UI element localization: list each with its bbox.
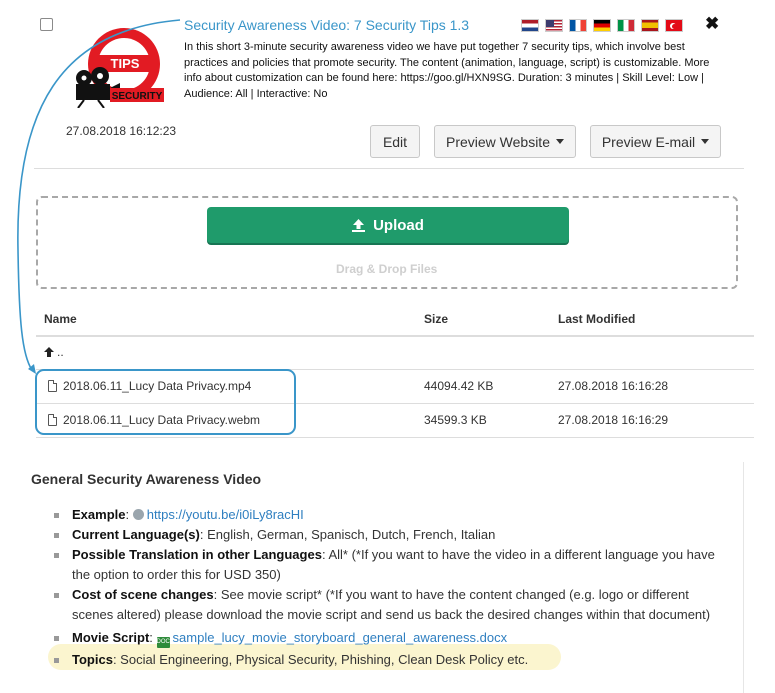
list-item: Example: https://youtu.be/i0iLy8racHI [52, 505, 717, 525]
docx-file-icon: DOC [156, 637, 170, 648]
video-title[interactable]: Security Awareness Video: 7 Security Tip… [184, 17, 469, 33]
upload-button[interactable]: Upload [207, 207, 569, 243]
close-icon[interactable]: ✖ [705, 14, 719, 34]
translation-label: Possible Translation in other Languages [72, 547, 322, 562]
preview-website-label: Preview Website [445, 133, 550, 150]
edit-button-label: Edit [382, 133, 408, 150]
content-divider [743, 462, 744, 693]
topics-label: Topics [72, 652, 113, 667]
example-label: Example [72, 507, 126, 522]
turkey-flag[interactable] [665, 19, 683, 32]
file-modified: 27.08.2018 16:16:28 [558, 379, 669, 393]
file-size: 44094.42 KB [424, 379, 494, 393]
row-divider [36, 437, 754, 438]
usa-flag[interactable] [545, 19, 563, 32]
list-item: Cost of scene changes: See movie script*… [52, 585, 717, 625]
preview-website-button[interactable]: Preview Website [434, 125, 576, 158]
france-flag[interactable] [569, 19, 587, 32]
movie-script-link[interactable]: sample_lucy_movie_storyboard_general_awa… [173, 630, 508, 645]
list-item: Movie Script: DOC sample_lucy_movie_story… [52, 628, 717, 648]
annotation-arrow [17, 19, 181, 374]
preview-email-label: Preview E-mail [601, 133, 696, 150]
topics-value: Social Engineering, Physical Security, P… [120, 652, 529, 667]
italy-flag[interactable] [617, 19, 635, 32]
video-description: In this short 3-minute security awarenes… [184, 41, 710, 100]
list-item: Current Language(s): English, German, Sp… [52, 525, 717, 545]
column-header-last-modified[interactable]: Last Modified [558, 312, 635, 326]
list-item: Topics: Social Engineering, Physical Sec… [52, 650, 717, 670]
globe-icon [132, 509, 144, 520]
file-modified: 27.08.2018 16:16:29 [558, 413, 669, 427]
netherlands-flag[interactable] [521, 19, 539, 32]
upload-icon [352, 218, 366, 232]
file-size: 34599.3 KB [424, 413, 487, 427]
upload-label: Upload [373, 216, 424, 234]
list-item: Possible Translation in other Languages:… [52, 545, 717, 585]
example-link[interactable]: https://youtu.be/i0iLy8racHI [147, 507, 304, 522]
spain-flag[interactable] [641, 19, 659, 32]
germany-flag[interactable] [593, 19, 611, 32]
languages-value: English, German, Spanisch, Dutch, French… [207, 527, 496, 542]
scene-changes-label: Cost of scene changes [72, 587, 214, 602]
caret-down-icon [701, 139, 710, 144]
language-flags [521, 19, 683, 32]
preview-email-button[interactable]: Preview E-mail [590, 125, 721, 158]
caret-down-icon [556, 139, 564, 144]
drag-drop-hint: Drag & Drop Files [336, 262, 438, 276]
edit-button[interactable]: Edit [370, 125, 420, 158]
section-title: General Security Awareness Video [31, 471, 262, 487]
column-header-size[interactable]: Size [424, 312, 448, 326]
info-list: Example: https://youtu.be/i0iLy8racHI Cu… [52, 505, 717, 670]
movie-script-label: Movie Script [72, 630, 150, 645]
languages-label: Current Language(s) [72, 527, 200, 542]
